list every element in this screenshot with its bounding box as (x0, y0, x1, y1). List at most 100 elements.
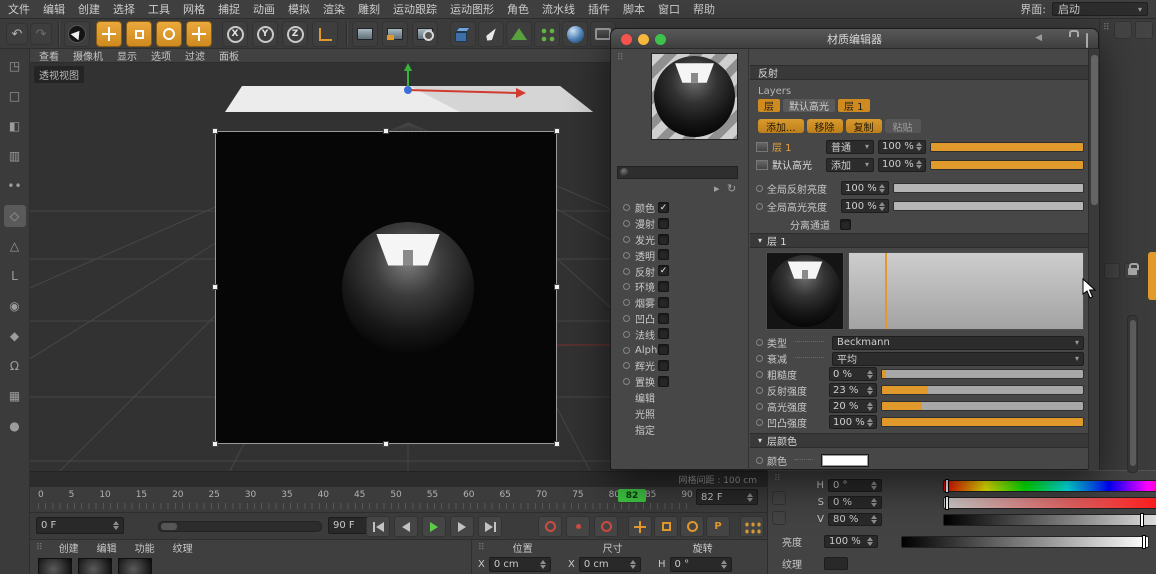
param-field[interactable]: 20 % (829, 399, 877, 413)
grid-icon[interactable] (1104, 263, 1120, 279)
material-manager-menu-item[interactable]: 纹理 (173, 540, 193, 555)
separate-pass-checkbox[interactable] (840, 219, 851, 230)
type-dropdown[interactable]: Beckmann ▾ (832, 335, 1084, 350)
color-swatch[interactable] (821, 454, 869, 467)
layer-name[interactable]: 层 1 (772, 139, 822, 154)
add-layer-button[interactable]: 添加... (758, 119, 804, 134)
viewport-menu-item[interactable]: 查看 (39, 48, 59, 63)
left-tool-icon[interactable]: ◇ (3, 205, 26, 227)
material-thumbnail[interactable] (38, 558, 72, 574)
global-row-field[interactable]: 100 % (841, 181, 889, 195)
material-manager-menu-item[interactable]: 编辑 (97, 540, 117, 555)
pen-spline-button[interactable] (478, 21, 504, 47)
viewport-menu-item[interactable]: 选项 (151, 48, 171, 63)
value-slider-marker[interactable] (1140, 513, 1143, 526)
falloff-gradient[interactable] (848, 252, 1084, 330)
filter-icon[interactable] (772, 511, 786, 525)
selection-handle[interactable] (383, 128, 389, 134)
selection-handle[interactable] (554, 284, 560, 290)
range-slider-knob[interactable] (161, 523, 177, 530)
autokey-button[interactable] (566, 516, 590, 537)
left-tool-icon[interactable]: ▦ (4, 385, 26, 407)
menu-item[interactable]: 运动跟踪 (393, 1, 437, 17)
param-field[interactable]: 100 % (829, 415, 877, 429)
menu-item[interactable]: 插件 (588, 1, 610, 17)
menu-item[interactable]: 编辑 (43, 1, 65, 17)
menu-item[interactable]: 运动图形 (450, 1, 494, 17)
viewport-menu-item[interactable]: 摄像机 (73, 48, 103, 63)
undo-button[interactable]: ↶ (6, 23, 28, 45)
channel-row[interactable]: Alpha (611, 342, 748, 358)
left-tool-icon[interactable]: ◆ (4, 325, 26, 347)
move-tool-button[interactable] (96, 21, 122, 47)
layer-opacity-slider[interactable] (930, 141, 1084, 152)
go-to-start-button[interactable] (366, 516, 390, 537)
blend-mode-dropdown[interactable]: 普通 ▾ (826, 139, 874, 154)
menu-item[interactable]: 选择 (113, 1, 135, 17)
param-field[interactable]: 23 % (829, 383, 877, 397)
close-button[interactable] (621, 34, 632, 45)
channel-row[interactable]: 漫射 (611, 216, 748, 232)
menu-item[interactable]: 文件 (8, 1, 30, 17)
add-generator-button[interactable] (506, 21, 532, 47)
copy-layer-button[interactable]: 复制 (845, 119, 882, 134)
layer-name[interactable]: 默认高光 (772, 157, 822, 172)
last-tool-button[interactable] (186, 21, 212, 47)
viewport-menu-item[interactable]: 面板 (219, 48, 239, 63)
param-slider[interactable] (881, 369, 1084, 379)
left-tool-icon[interactable]: L (4, 265, 26, 287)
menu-item[interactable]: 帮助 (693, 1, 715, 17)
saturation-slider[interactable] (943, 496, 1156, 509)
lock-z-axis-button[interactable]: Z (282, 21, 308, 47)
param-slider[interactable] (881, 401, 1084, 411)
material-manager-menu-item[interactable]: 功能 (135, 540, 155, 555)
falloff-dropdown[interactable]: 平均 ▾ (832, 351, 1084, 366)
key-position-toggle[interactable] (628, 516, 652, 537)
channel-checkbox[interactable] (658, 344, 669, 356)
global-row-field[interactable]: 100 % (841, 199, 889, 213)
collapse-icon[interactable]: ▾ (758, 436, 762, 445)
material-thumbnail[interactable] (78, 558, 112, 574)
key-rotation-toggle[interactable] (680, 516, 704, 537)
selection-handle[interactable] (212, 128, 218, 134)
preview-refresh-icon[interactable]: ↻ (727, 182, 736, 195)
menu-item[interactable]: 脚本 (623, 1, 645, 17)
preview-strip[interactable] (617, 166, 738, 179)
start-frame-field[interactable]: 0 F (36, 517, 124, 534)
blend-mode-dropdown[interactable]: 添加 ▾ (826, 157, 874, 172)
collapse-icon[interactable]: ▾ (758, 236, 762, 245)
key-parameter-toggle[interactable]: P (706, 516, 730, 537)
channel-checkbox[interactable]: ✓ (658, 265, 669, 277)
lock-x-axis-button[interactable]: X (222, 21, 248, 47)
go-to-end-button[interactable] (478, 516, 502, 537)
viewport-menu-item[interactable]: 过滤 (185, 48, 205, 63)
mode-icon[interactable] (772, 491, 786, 505)
live-selection-button[interactable] (64, 21, 90, 47)
object-manager-icon[interactable] (1114, 21, 1132, 39)
layer-manager-icon[interactable] (1135, 21, 1153, 39)
panel-detach-icon[interactable] (1086, 33, 1088, 48)
menu-item[interactable]: 流水线 (542, 1, 575, 17)
preview-expand-icon[interactable]: ▸ (714, 182, 720, 195)
scale-tool-button[interactable] (126, 21, 152, 47)
add-cloner-button[interactable] (534, 21, 560, 47)
brightness-input[interactable]: 100 % (824, 535, 878, 548)
timeline-ruler[interactable]: 0 5 10 15 20 25 30 35 40 45 50 55 60 65 70 75 80 85 90 82 … (30, 486, 767, 512)
left-tool-icon[interactable]: ◉ (4, 295, 26, 317)
paste-layer-button[interactable]: 粘贴 (884, 119, 921, 134)
channel-row[interactable]: 辉光 (611, 358, 748, 374)
hue-input[interactable]: 0 ° (828, 479, 882, 492)
coordinate-system-button[interactable] (312, 21, 338, 47)
key-pla-toggle[interactable] (740, 516, 764, 537)
layer-color-header[interactable]: ▾ 层颜色 (750, 433, 1088, 448)
next-frame-button[interactable] (450, 516, 474, 537)
selection-handle[interactable] (554, 441, 560, 447)
channel-checkbox[interactable] (658, 280, 669, 292)
keyframe-selection-button[interactable] (594, 516, 618, 537)
layer-section-header[interactable]: ▾ 层 1 (750, 233, 1088, 248)
menu-item[interactable]: 模拟 (288, 1, 310, 17)
channel-checkbox[interactable] (658, 359, 669, 371)
menu-item[interactable]: 创建 (78, 1, 100, 17)
material-thumbnail[interactable] (118, 558, 152, 574)
channel-row[interactable]: 透明 (611, 247, 748, 263)
